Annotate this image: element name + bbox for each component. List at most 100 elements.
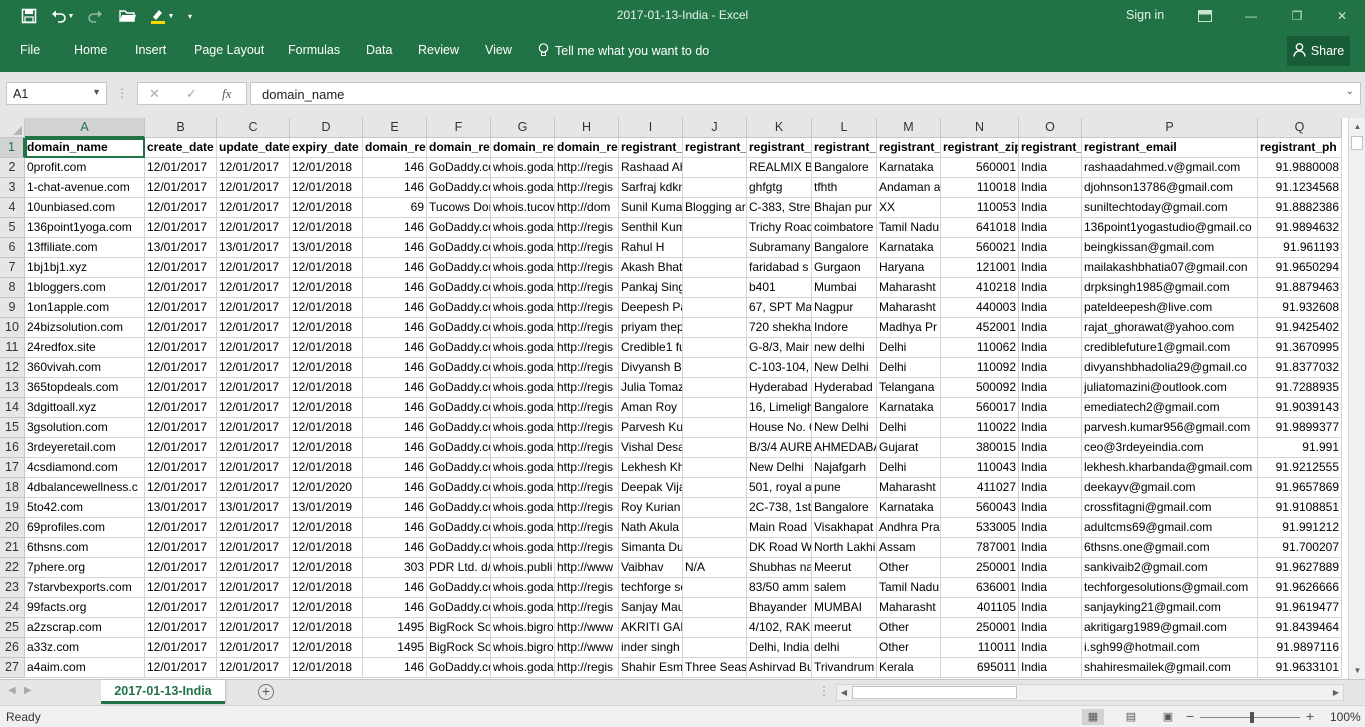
- data-cell[interactable]: GoDaddy.co: [427, 418, 491, 438]
- data-cell[interactable]: 13/01/2019: [290, 498, 363, 518]
- data-cell[interactable]: 146: [363, 258, 427, 278]
- data-cell[interactable]: pateldeepesh@live.com: [1082, 298, 1258, 318]
- data-cell[interactable]: India: [1019, 358, 1082, 378]
- column-header-j[interactable]: J: [683, 118, 747, 138]
- data-cell[interactable]: divyanshbhadolia29@gmail.co: [1082, 358, 1258, 378]
- row-header[interactable]: 6: [0, 238, 25, 258]
- header-cell[interactable]: domain_reg: [555, 138, 619, 158]
- data-cell[interactable]: Julia Tomazini: [619, 378, 683, 398]
- row-header[interactable]: 16: [0, 438, 25, 458]
- data-cell[interactable]: 91.8377032: [1258, 358, 1342, 378]
- data-cell[interactable]: Bhayander: [747, 598, 812, 618]
- data-cell[interactable]: GoDaddy.co: [427, 298, 491, 318]
- data-cell[interactable]: India: [1019, 458, 1082, 478]
- data-cell[interactable]: 146: [363, 178, 427, 198]
- data-cell[interactable]: crossfitagni@gmail.com: [1082, 498, 1258, 518]
- data-cell[interactable]: lekhesh.kharbanda@gmail.com: [1082, 458, 1258, 478]
- data-cell[interactable]: a2zscrap.com: [25, 618, 145, 638]
- data-cell[interactable]: 12/01/2018: [290, 298, 363, 318]
- data-cell[interactable]: Bangalore: [812, 238, 877, 258]
- column-header-k[interactable]: K: [747, 118, 812, 138]
- data-cell[interactable]: New Delhi: [747, 458, 812, 478]
- data-cell[interactable]: 4/102, RAK: [747, 618, 812, 638]
- data-cell[interactable]: 146: [363, 518, 427, 538]
- data-cell[interactable]: GoDaddy.co: [427, 318, 491, 338]
- data-cell[interactable]: 99facts.org: [25, 598, 145, 618]
- data-cell[interactable]: 91.9880008: [1258, 158, 1342, 178]
- data-cell[interactable]: emediatech2@gmail.com: [1082, 398, 1258, 418]
- chevron-down-icon[interactable]: ▼: [92, 87, 101, 97]
- data-cell[interactable]: 12/01/2017: [217, 218, 290, 238]
- data-cell[interactable]: http://regis: [555, 458, 619, 478]
- data-cell[interactable]: AKRITI GARG: [619, 618, 683, 638]
- data-cell[interactable]: Madhya Pr: [877, 318, 941, 338]
- data-cell[interactable]: 1bj1bj1.xyz: [25, 258, 145, 278]
- data-cell[interactable]: Vaibhav: [619, 558, 683, 578]
- data-cell[interactable]: 2C-738, 1st: [747, 498, 812, 518]
- data-cell[interactable]: whois.goda: [491, 518, 555, 538]
- data-cell[interactable]: 110092: [941, 358, 1019, 378]
- data-cell[interactable]: http://regis: [555, 318, 619, 338]
- data-cell[interactable]: 303: [363, 558, 427, 578]
- data-cell[interactable]: beingkissan@gmail.com: [1082, 238, 1258, 258]
- data-cell[interactable]: 12/01/2018: [290, 178, 363, 198]
- data-cell[interactable]: 12/01/2018: [290, 438, 363, 458]
- horizontal-scroll-thumb[interactable]: [852, 686, 1017, 699]
- data-cell[interactable]: Parvesh Kumar: [619, 418, 683, 438]
- data-cell[interactable]: 12/01/2017: [145, 178, 217, 198]
- data-cell[interactable]: GoDaddy.co: [427, 238, 491, 258]
- column-header-d[interactable]: D: [290, 118, 363, 138]
- data-cell[interactable]: Hyderabad: [812, 378, 877, 398]
- column-header-p[interactable]: P: [1082, 118, 1258, 138]
- data-cell[interactable]: 4dbalancewellness.c: [25, 478, 145, 498]
- data-cell[interactable]: Assam: [877, 538, 941, 558]
- data-cell[interactable]: 110011: [941, 638, 1019, 658]
- row-header[interactable]: 19: [0, 498, 25, 518]
- data-cell[interactable]: GoDaddy.co: [427, 278, 491, 298]
- data-cell[interactable]: Aman Roy: [619, 398, 683, 418]
- data-cell[interactable]: Sarfraj kdknnk: [619, 178, 683, 198]
- tab-data[interactable]: Data: [366, 43, 392, 57]
- data-cell[interactable]: whois.goda: [491, 458, 555, 478]
- data-cell[interactable]: whois.tucow: [491, 198, 555, 218]
- data-cell[interactable]: Mumbai: [812, 278, 877, 298]
- data-cell[interactable]: 3dgittoall.xyz: [25, 398, 145, 418]
- data-cell[interactable]: whois.goda: [491, 578, 555, 598]
- ribbon-display-icon[interactable]: [1182, 0, 1228, 32]
- data-cell[interactable]: Rashaad Ahmed: [619, 158, 683, 178]
- zoom-slider-knob[interactable]: [1250, 712, 1254, 723]
- data-cell[interactable]: GoDaddy.co: [427, 218, 491, 238]
- data-cell[interactable]: http://www: [555, 618, 619, 638]
- data-cell[interactable]: 83/50 amm: [747, 578, 812, 598]
- data-cell[interactable]: India: [1019, 298, 1082, 318]
- data-cell[interactable]: 12/01/2017: [145, 378, 217, 398]
- data-cell[interactable]: 10unbiased.com: [25, 198, 145, 218]
- restore-button[interactable]: ❐: [1274, 0, 1320, 32]
- data-cell[interactable]: 12/01/2018: [290, 258, 363, 278]
- data-cell[interactable]: India: [1019, 478, 1082, 498]
- data-cell[interactable]: Blogging ar: [683, 198, 747, 218]
- data-cell[interactable]: delhi: [812, 638, 877, 658]
- row-header[interactable]: 15: [0, 418, 25, 438]
- expand-formula-bar-icon[interactable]: ⌄: [1346, 86, 1354, 97]
- data-cell[interactable]: [683, 258, 747, 278]
- data-cell[interactable]: http://regis: [555, 158, 619, 178]
- select-all-button[interactable]: [0, 118, 25, 138]
- data-cell[interactable]: whois.goda: [491, 378, 555, 398]
- data-cell[interactable]: India: [1019, 518, 1082, 538]
- data-cell[interactable]: 12/01/2017: [217, 478, 290, 498]
- data-cell[interactable]: techforgesolutions@gmail.com: [1082, 578, 1258, 598]
- data-cell[interactable]: 440003: [941, 298, 1019, 318]
- data-cell[interactable]: India: [1019, 378, 1082, 398]
- data-cell[interactable]: whois.goda: [491, 538, 555, 558]
- data-cell[interactable]: 1-chat-avenue.com: [25, 178, 145, 198]
- row-header[interactable]: 12: [0, 358, 25, 378]
- column-header-h[interactable]: H: [555, 118, 619, 138]
- data-cell[interactable]: 12/01/2017: [217, 538, 290, 558]
- data-cell[interactable]: Senthil Kumar: [619, 218, 683, 238]
- data-cell[interactable]: [683, 598, 747, 618]
- data-cell[interactable]: http://regis: [555, 478, 619, 498]
- row-header[interactable]: 5: [0, 218, 25, 238]
- data-cell[interactable]: whois.goda: [491, 338, 555, 358]
- data-cell[interactable]: 12/01/2017: [217, 378, 290, 398]
